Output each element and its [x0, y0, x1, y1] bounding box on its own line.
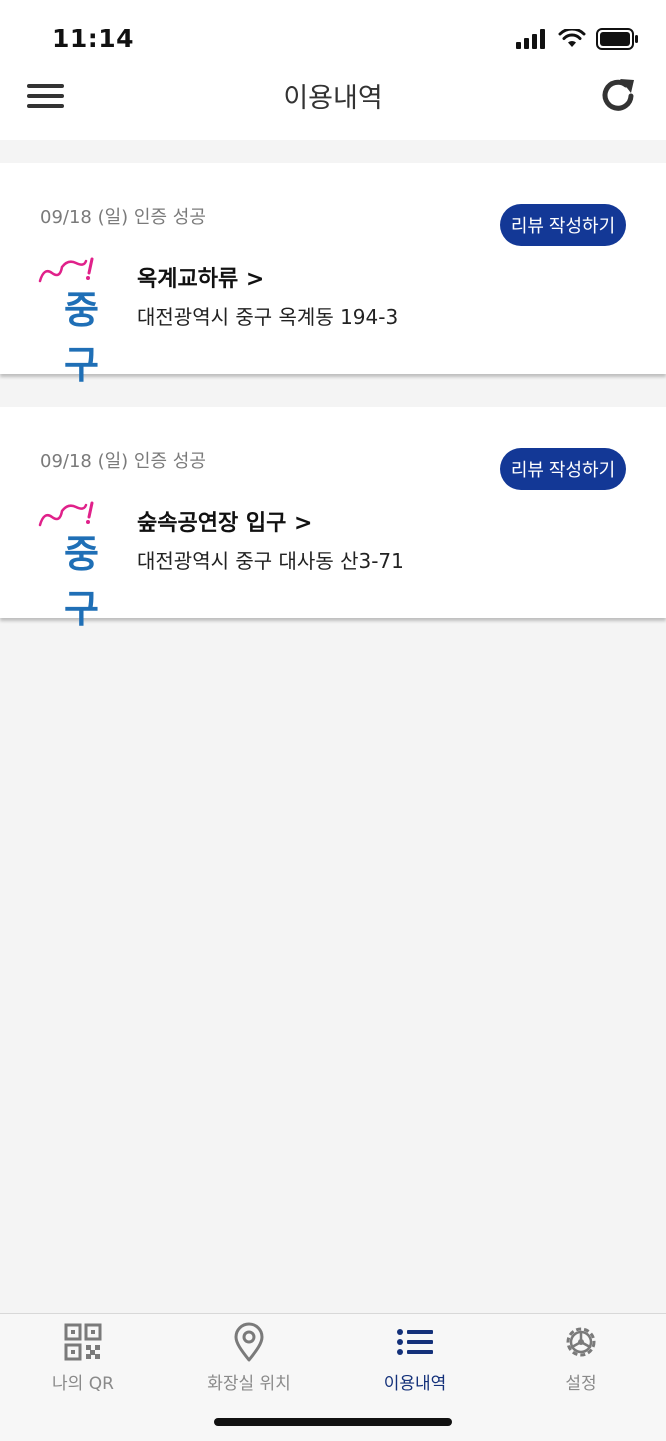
cellular-signal-icon: [516, 29, 545, 49]
write-review-button[interactable]: 리뷰 작성하기: [500, 448, 626, 490]
place-name-link[interactable]: 숲속공연장 입구 >: [137, 505, 312, 537]
tab-usage-history[interactable]: 이용내역: [332, 1314, 498, 1404]
tab-label: 이용내역: [383, 1374, 447, 1394]
refresh-icon: [602, 79, 634, 111]
logo-text: 중구: [64, 288, 99, 387]
place-name-link[interactable]: 옥계교하류 >: [137, 261, 264, 293]
qr-code-icon: [64, 1323, 102, 1361]
tab-label: 설정: [565, 1374, 597, 1394]
status-time: 11:14: [52, 24, 135, 53]
gear-icon: [566, 1327, 596, 1357]
write-review-button[interactable]: 리뷰 작성하기: [500, 204, 626, 246]
location-pin-icon: [234, 1322, 264, 1362]
app-header: 이용내역: [0, 70, 666, 140]
tab-settings[interactable]: 설정: [498, 1314, 664, 1404]
place-address: 대전광역시 중구 대사동 산3-71: [137, 549, 404, 573]
logo-text: 중구: [64, 532, 99, 631]
tab-label: 화장실 위치: [207, 1374, 291, 1394]
battery-icon: [596, 28, 638, 50]
place-address: 대전광역시 중구 옥계동 194-3: [137, 305, 399, 329]
list-icon: [397, 1329, 433, 1355]
tab-toilet-location[interactable]: 화장실 위치: [166, 1314, 332, 1404]
district-logo: 중구: [34, 251, 126, 387]
tab-label: 나의 QR: [52, 1374, 114, 1394]
usage-record-card[interactable]: 09/18 (일) 인증 성공 리뷰 작성하기 중구 숲속공연장 입구 > 대전…: [0, 407, 666, 631]
refresh-button[interactable]: [600, 74, 638, 114]
wifi-icon: [558, 29, 586, 47]
record-date: 09/18 (일) 인증 성공: [40, 451, 206, 472]
record-date: 09/18 (일) 인증 성공: [40, 207, 206, 228]
status-icons: [516, 28, 638, 50]
tab-my-qr[interactable]: 나의 QR: [0, 1314, 166, 1404]
page-title: 이용내역: [283, 83, 383, 114]
home-indicator: [214, 1418, 452, 1426]
district-logo: 중구: [34, 495, 126, 631]
status-bar: 11:14: [0, 0, 666, 70]
usage-record-card[interactable]: 09/18 (일) 인증 성공 리뷰 작성하기 중구 옥계교하류 > 대전광역시…: [0, 163, 666, 387]
